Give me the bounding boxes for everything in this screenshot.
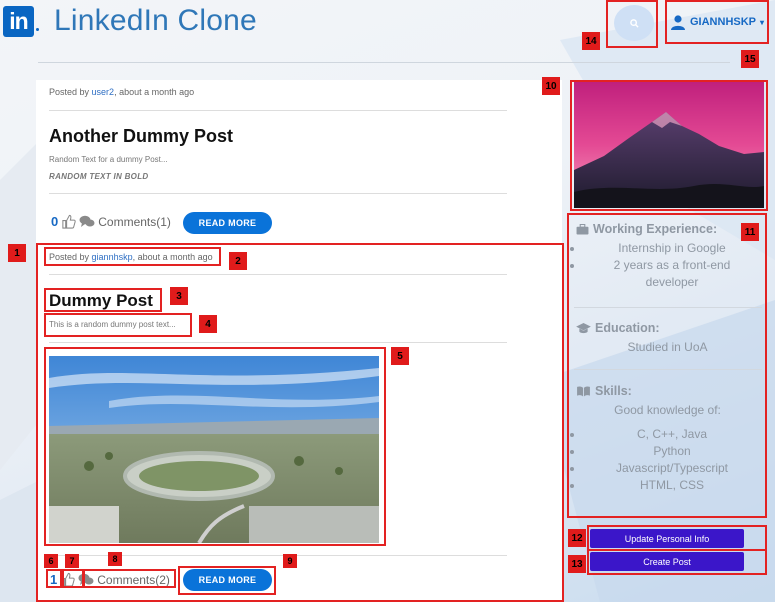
post-text: Random Text for a dummy Post... (49, 155, 168, 164)
annotation-label: 15 (741, 50, 759, 68)
working-experience-heading: Working Experience: (576, 222, 717, 236)
comments-icon (79, 215, 95, 228)
post-title[interactable]: Dummy Post (49, 291, 153, 311)
annotation-label: 1 (8, 244, 26, 262)
read-more-button[interactable]: READ MORE (183, 212, 272, 234)
annotation-label: 12 (568, 529, 586, 547)
user-icon (670, 14, 686, 30)
like-count: 1 (50, 572, 58, 587)
education-heading: Education: (576, 321, 660, 335)
list-item: Internship in Google (584, 240, 760, 257)
post-card: Posted by giannhskp, about a month ago D… (36, 244, 562, 602)
skills-label: Skills: (595, 384, 632, 398)
post-image[interactable] (49, 356, 379, 543)
post-meta: Posted by giannhskp, about a month ago (49, 252, 213, 262)
annotation-label: 4 (199, 315, 217, 333)
search-icon (629, 18, 639, 28)
comments-link[interactable]: Comments(1) (79, 215, 171, 229)
skills-intro: Good knowledge of: (614, 403, 721, 417)
annotation-label: 2 (229, 252, 247, 270)
post-text: This is a random dummy post text... (49, 320, 176, 329)
divider (49, 193, 507, 194)
list-item: HTML, CSS (584, 477, 760, 494)
annotation-label: 7 (65, 554, 79, 568)
update-personal-info-button[interactable]: Update Personal Info (590, 529, 744, 548)
graduation-cap-icon (576, 322, 591, 334)
linkedin-logo[interactable]: in (3, 6, 34, 37)
profile-cover-image (574, 82, 764, 208)
user-name: GIANNHSKP (690, 16, 757, 28)
skills-heading: Skills: (576, 384, 632, 398)
list-item: Javascript/Typescript (584, 460, 760, 477)
post-actions: 1 Comments(2) (50, 572, 170, 587)
divider (574, 307, 762, 308)
author-link[interactable]: user2 (92, 87, 115, 97)
annotation-label: 11 (741, 223, 759, 241)
post-time: , about a month ago (114, 87, 195, 97)
annotation-label: 3 (170, 287, 188, 305)
thumbs-up-icon[interactable] (61, 214, 76, 229)
divider (49, 274, 507, 275)
chevron-down-icon: ▾ (760, 17, 765, 27)
post-bold-text: RANDOM TEXT IN BOLD (49, 172, 149, 181)
book-icon (576, 385, 591, 397)
posted-by-label: Posted by (49, 87, 90, 97)
annotation-label: 13 (568, 555, 586, 573)
brand-title[interactable]: LinkedIn Clone (54, 4, 257, 38)
header-divider (38, 62, 730, 63)
post-title[interactable]: Another Dummy Post (49, 126, 233, 147)
post-meta: Posted by user2, about a month ago (49, 87, 194, 97)
annotation-label: 5 (391, 347, 409, 365)
working-experience-label: Working Experience: (593, 222, 718, 236)
annotation-label: 9 (283, 554, 297, 568)
comments-label: Comments(1) (98, 214, 171, 229)
comments-icon (78, 573, 94, 586)
user-menu-button[interactable]: GIANNHSKP ▾ (670, 8, 764, 36)
post-time: , about a month ago (132, 252, 213, 262)
list-item: C, C++, Java (584, 426, 760, 443)
skills-list: C, C++, Java Python Javascript/Typescrip… (570, 426, 760, 494)
experience-list: Internship in Google 2 years as a front-… (570, 240, 760, 291)
create-post-button[interactable]: Create Post (590, 552, 744, 571)
comments-link[interactable]: Comments(2) (78, 573, 170, 587)
annotation-label: 8 (108, 552, 122, 566)
annotation-label: 14 (582, 32, 600, 50)
thumbs-up-icon[interactable] (60, 572, 75, 587)
post-card: Posted by user2, about a month ago Anoth… (36, 80, 562, 244)
posted-by-label: Posted by (49, 252, 90, 262)
divider (574, 369, 762, 370)
education-text: Studied in UoA (627, 340, 708, 354)
read-more-button[interactable]: READ MORE (183, 569, 272, 591)
search-button[interactable] (614, 5, 654, 41)
like-count: 0 (51, 214, 59, 229)
comments-label: Comments(2) (97, 572, 170, 587)
author-link[interactable]: giannhskp (92, 252, 133, 262)
logo-dot (36, 28, 39, 31)
personal-info-panel: Working Experience: Internship in Google… (568, 213, 767, 516)
list-item: Python (584, 443, 760, 460)
divider (49, 110, 507, 111)
education-label: Education: (595, 321, 660, 335)
list-item: 2 years as a front-end developer (584, 257, 760, 291)
annotation-label: 10 (542, 77, 560, 95)
divider (49, 342, 507, 343)
briefcase-icon (576, 223, 589, 235)
annotation-label: 6 (44, 554, 58, 568)
post-actions: 0 Comments(1) (51, 214, 171, 229)
